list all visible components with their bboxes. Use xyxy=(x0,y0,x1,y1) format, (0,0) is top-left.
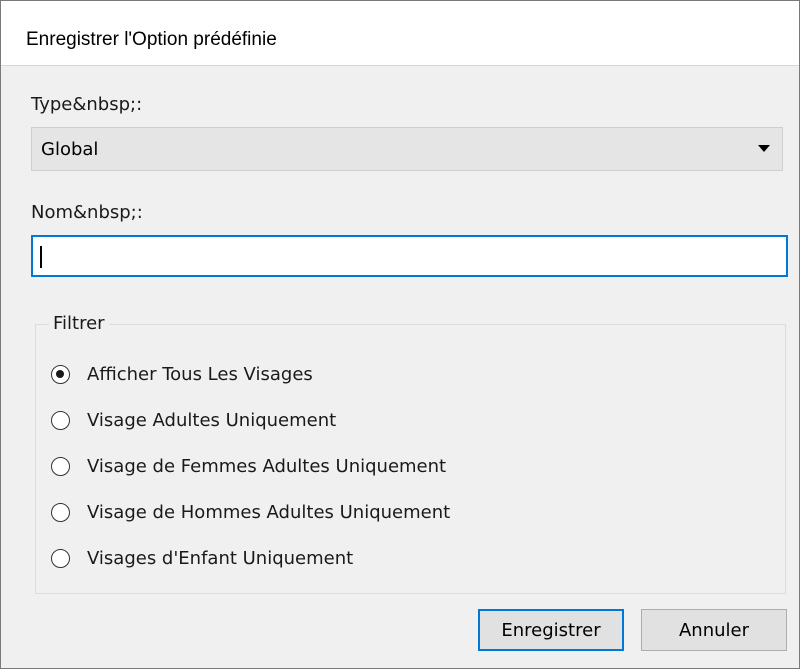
type-dropdown[interactable]: Global xyxy=(31,127,783,171)
filter-option-all-faces[interactable]: Afficher Tous Les Visages xyxy=(51,361,313,387)
name-input[interactable] xyxy=(31,235,788,277)
radio-unselected-icon[interactable] xyxy=(51,456,70,476)
text-caret xyxy=(40,246,42,268)
save-button[interactable]: Enregistrer xyxy=(478,609,624,651)
cancel-button[interactable]: Annuler xyxy=(641,609,787,651)
radio-unselected-icon[interactable] xyxy=(51,410,70,430)
chevron-down-icon xyxy=(758,145,770,152)
filter-option-label: Visages d'Enfant Uniquement xyxy=(87,547,354,569)
radio-unselected-icon[interactable] xyxy=(51,502,70,522)
save-preset-dialog: Enregistrer l'Option prédéfinie Type&nbs… xyxy=(0,0,800,669)
dialog-titlebar: Enregistrer l'Option prédéfinie xyxy=(1,1,799,66)
type-label: Type&nbsp;: xyxy=(31,94,143,115)
filter-legend: Filtrer xyxy=(49,313,109,334)
filter-option-adults[interactable]: Visage Adultes Uniquement xyxy=(51,407,336,433)
filter-option-children[interactable]: Visages d'Enfant Uniquement xyxy=(51,545,353,571)
filter-option-label: Afficher Tous Les Visages xyxy=(87,363,313,385)
filter-option-label: Visage Adultes Uniquement xyxy=(87,409,337,431)
filter-option-label: Visage de Hommes Adultes Uniquement xyxy=(87,501,451,523)
filter-option-label: Visage de Femmes Adultes Uniquement xyxy=(87,455,447,477)
radio-selected-icon[interactable] xyxy=(51,364,70,384)
filter-option-adult-men[interactable]: Visage de Hommes Adultes Uniquement xyxy=(51,499,450,525)
type-dropdown-value: Global xyxy=(41,139,99,160)
name-label: Nom&nbsp;: xyxy=(31,202,143,223)
dialog-title: Enregistrer l'Option prédéfinie xyxy=(26,29,277,50)
radio-unselected-icon[interactable] xyxy=(51,548,70,568)
filter-option-adult-women[interactable]: Visage de Femmes Adultes Uniquement xyxy=(51,453,446,479)
